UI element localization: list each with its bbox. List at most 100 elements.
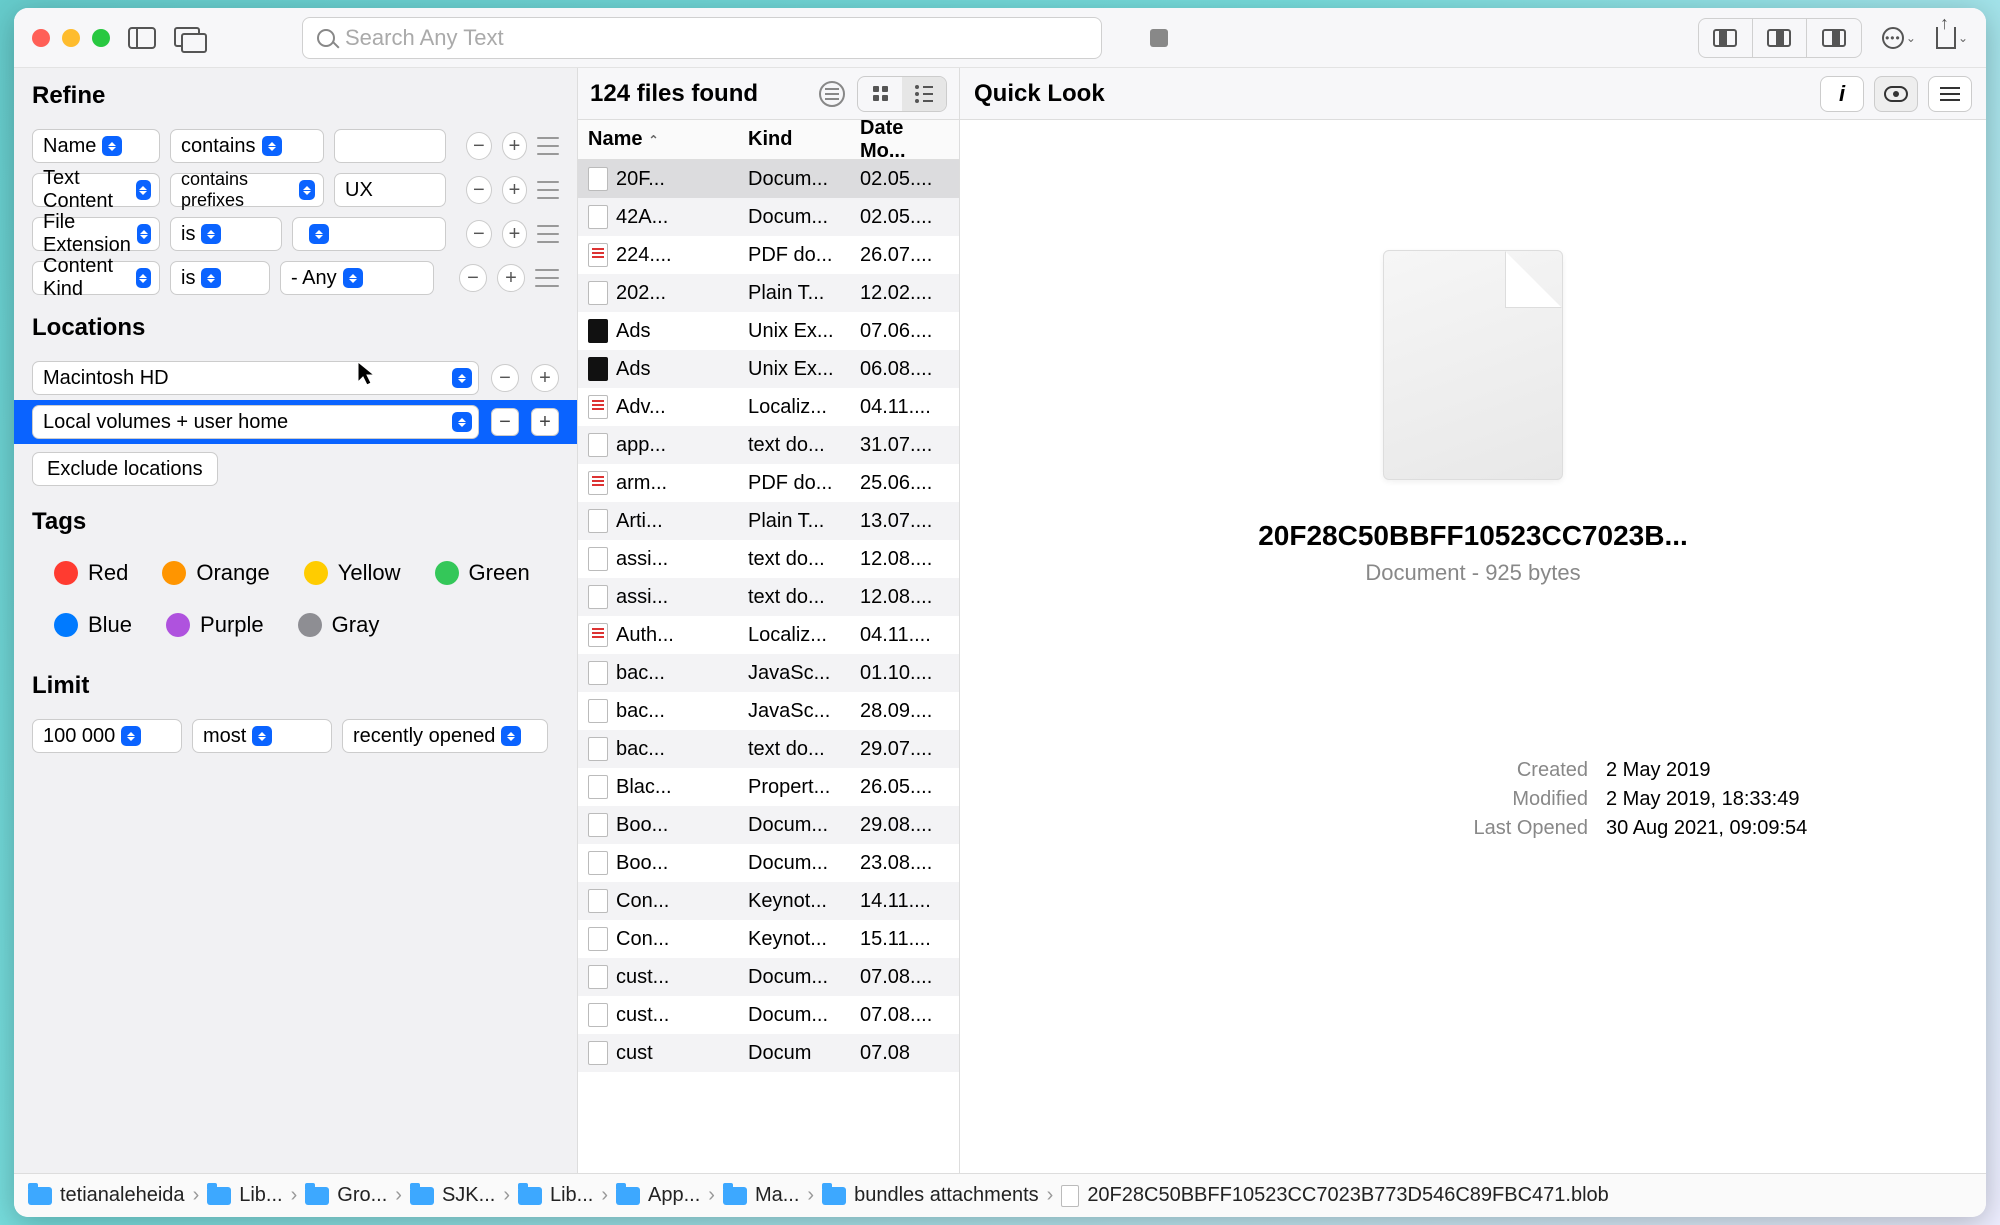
limit-by-select[interactable]: recently opened — [342, 719, 548, 753]
table-row[interactable]: Con...Keynot...15.11.... — [578, 920, 959, 958]
table-row[interactable]: app...text do...31.07.... — [578, 426, 959, 464]
location-select[interactable]: Local volumes + user home — [32, 405, 479, 439]
table-row[interactable]: custDocum07.08 — [578, 1034, 959, 1072]
table-row[interactable]: Boo...Docum...23.08.... — [578, 844, 959, 882]
table-row[interactable]: Auth...Localiz...04.11.... — [578, 616, 959, 654]
path-segment[interactable]: Lib... — [207, 1184, 282, 1207]
add-filter-button[interactable]: + — [497, 264, 525, 292]
reorder-icon[interactable] — [537, 137, 559, 155]
table-row[interactable]: 202...Plain T...12.02.... — [578, 274, 959, 312]
panel-right-button[interactable] — [1807, 19, 1861, 57]
filter-results-icon[interactable] — [819, 81, 845, 107]
share-menu[interactable]: ⌄ — [1936, 27, 1968, 49]
reorder-icon[interactable] — [535, 269, 559, 287]
limit-qualifier-select[interactable]: most — [192, 719, 332, 753]
path-segment[interactable]: Ma... — [723, 1184, 799, 1207]
add-filter-button[interactable]: + — [502, 176, 528, 204]
table-row[interactable]: arm...PDF do...25.06.... — [578, 464, 959, 502]
remove-filter-button[interactable]: − — [466, 176, 492, 204]
tag-orange[interactable]: Orange — [162, 560, 269, 586]
remove-filter-button[interactable]: − — [466, 220, 492, 248]
filter-value-input[interactable] — [334, 173, 446, 207]
details-button[interactable] — [1928, 76, 1972, 112]
filter-field-select[interactable]: Name — [32, 129, 160, 163]
path-segment[interactable]: Lib... — [518, 1184, 593, 1207]
grid-view-button[interactable] — [858, 77, 902, 111]
preview-button[interactable] — [1874, 76, 1918, 112]
toggle-sidebar-icon[interactable] — [128, 27, 156, 49]
path-segment[interactable]: App... — [616, 1184, 700, 1207]
panel-left-button[interactable] — [1699, 19, 1753, 57]
filter-op-select[interactable]: is — [170, 217, 282, 251]
table-row[interactable]: assi...text do...12.08.... — [578, 578, 959, 616]
add-filter-button[interactable]: + — [502, 220, 528, 248]
path-file[interactable]: 20F28C50BBFF10523CC7023B773D546C89FBC471… — [1061, 1184, 1608, 1207]
table-row[interactable]: Con...Keynot...14.11.... — [578, 882, 959, 920]
table-row[interactable]: bac...JavaSc...28.09.... — [578, 692, 959, 730]
reorder-icon[interactable] — [537, 225, 559, 243]
table-row[interactable]: 20F...Docum...02.05.... — [578, 160, 959, 198]
tag-purple[interactable]: Purple — [166, 612, 264, 638]
path-bar[interactable]: tetianaleheida›Lib...›Gro...›SJK...›Lib.… — [14, 1173, 1986, 1217]
add-location-button[interactable]: + — [531, 408, 559, 436]
filter-field-select[interactable]: Text Content — [32, 173, 160, 207]
filter-field-select[interactable]: Content Kind — [32, 261, 160, 295]
column-kind[interactable]: Kind — [738, 128, 850, 151]
table-row[interactable]: Blac...Propert...26.05.... — [578, 768, 959, 806]
table-row[interactable]: AdsUnix Ex...07.06.... — [578, 312, 959, 350]
stop-icon[interactable] — [1150, 29, 1168, 47]
column-date[interactable]: Date Mo... — [850, 117, 959, 163]
path-segment[interactable]: Gro... — [305, 1184, 387, 1207]
close-window-icon[interactable] — [32, 29, 50, 47]
more-menu[interactable]: •••⌄ — [1882, 27, 1916, 49]
table-row[interactable]: Arti...Plain T...13.07.... — [578, 502, 959, 540]
filter-op-select[interactable]: is — [170, 261, 270, 295]
table-row[interactable]: 42A...Docum...02.05.... — [578, 198, 959, 236]
filter-op-select[interactable]: contains — [170, 129, 324, 163]
tag-green[interactable]: Green — [435, 560, 530, 586]
reorder-icon[interactable] — [537, 181, 559, 199]
minimize-window-icon[interactable] — [62, 29, 80, 47]
filter-op-select[interactable]: contains prefixes — [170, 173, 324, 207]
table-row[interactable]: bac...JavaSc...01.10.... — [578, 654, 959, 692]
zoom-window-icon[interactable] — [92, 29, 110, 47]
add-filter-button[interactable]: + — [502, 132, 528, 160]
exclude-locations-button[interactable]: Exclude locations — [32, 452, 218, 486]
table-row[interactable]: bac...text do...29.07.... — [578, 730, 959, 768]
filter-value-select[interactable] — [292, 217, 446, 251]
filter-value-input[interactable] — [334, 129, 446, 163]
list-view-button[interactable] — [902, 77, 946, 111]
table-row[interactable]: Adv...Localiz...04.11.... — [578, 388, 959, 426]
panel-center-button[interactable] — [1753, 19, 1807, 57]
table-row[interactable]: 224....PDF do...26.07.... — [578, 236, 959, 274]
search-field[interactable] — [302, 17, 1102, 59]
column-name[interactable]: Name⌃ — [578, 128, 738, 151]
add-location-button[interactable]: + — [531, 364, 559, 392]
file-list[interactable]: 20F...Docum...02.05....42A...Docum...02.… — [578, 160, 959, 1173]
location-select[interactable]: Macintosh HD — [32, 361, 479, 395]
search-input[interactable] — [345, 25, 1087, 51]
info-button[interactable]: i — [1820, 76, 1864, 112]
path-segment[interactable]: SJK... — [410, 1184, 495, 1207]
windows-icon[interactable] — [174, 27, 204, 49]
table-row[interactable]: Boo...Docum...29.08.... — [578, 806, 959, 844]
remove-filter-button[interactable]: − — [459, 264, 487, 292]
table-row[interactable]: AdsUnix Ex...06.08.... — [578, 350, 959, 388]
remove-filter-button[interactable]: − — [466, 132, 492, 160]
path-segment[interactable]: bundles attachments — [822, 1184, 1039, 1207]
table-row[interactable]: cust...Docum...07.08.... — [578, 958, 959, 996]
tag-yellow[interactable]: Yellow — [304, 560, 401, 586]
limit-count-select[interactable]: 100 000 — [32, 719, 182, 753]
tag-red[interactable]: Red — [54, 560, 128, 586]
table-row[interactable]: assi...text do...12.08.... — [578, 540, 959, 578]
path-segment[interactable]: tetianaleheida — [28, 1184, 185, 1207]
tag-gray[interactable]: Gray — [298, 612, 380, 638]
file-icon — [588, 281, 608, 305]
refine-title: Refine — [14, 68, 577, 124]
filter-field-select[interactable]: File Extension — [32, 217, 160, 251]
remove-location-button[interactable]: − — [491, 364, 519, 392]
remove-location-button[interactable]: − — [491, 408, 519, 436]
table-row[interactable]: cust...Docum...07.08.... — [578, 996, 959, 1034]
filter-value-select[interactable]: - Any — [280, 261, 434, 295]
tag-blue[interactable]: Blue — [54, 612, 132, 638]
